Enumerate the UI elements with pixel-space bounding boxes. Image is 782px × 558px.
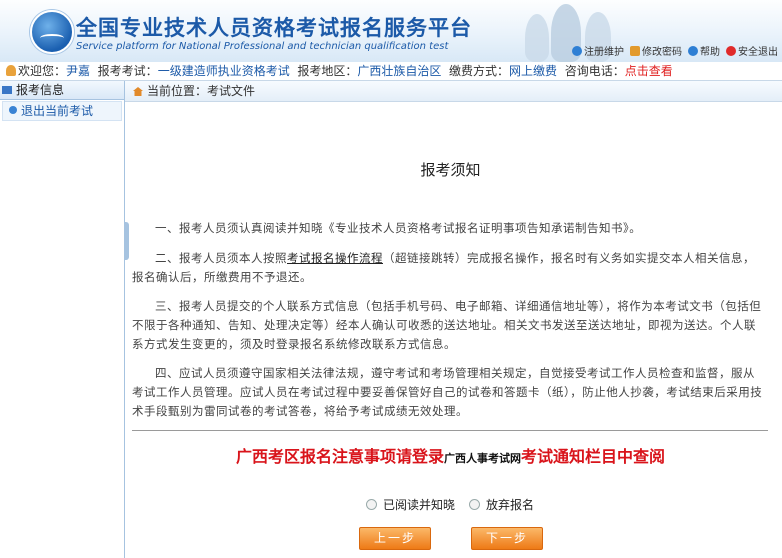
region-notice-text-b: 考试通知栏目中查阅 xyxy=(521,447,666,466)
user-name: 尹嘉 xyxy=(66,64,91,78)
region-value: 广西壮族自治区 xyxy=(357,64,442,78)
paragraph-2-text-a: 二、报考人员须本人按照 xyxy=(155,251,287,265)
pay-value: 网上缴费 xyxy=(509,64,558,78)
app-header: 全国专业技术人员资格考试报名服务平台 Service platform for … xyxy=(0,0,782,62)
radio-read-label: 已阅读并知晓 xyxy=(383,498,456,512)
breadcrumb-current: 考试文件 xyxy=(207,84,256,98)
user-settings-icon xyxy=(572,45,582,56)
notice-paragraph-4: 四、应试人员须遵守国家相关法律法规，遵守考试和考场管理相关规定，自觉接受考试工作… xyxy=(132,366,763,418)
radio-abandon-label: 放弃报名 xyxy=(486,498,535,512)
logout-label: 安全退出 xyxy=(738,47,778,58)
agreement-radio-group: 已阅读并知晓 放弃报名 xyxy=(366,496,534,513)
register-maintain-label: 注册维护 xyxy=(584,47,624,58)
logout-link[interactable]: 安全退出 xyxy=(726,43,778,58)
previous-step-button[interactable]: 上一步 xyxy=(359,527,431,550)
power-icon xyxy=(726,45,736,56)
radio-abandon-registration[interactable]: 放弃报名 xyxy=(469,496,534,513)
sidebar: 报考信息 退出当前考试 xyxy=(0,81,125,558)
sidebar-heading-label: 报考信息 xyxy=(16,83,65,97)
notice-paragraph-1: 一、报考人员须认真阅读并知晓《专业技术人员资格考试报名证明事项告知承诺制告知书》… xyxy=(155,221,642,235)
change-password-link[interactable]: 修改密码 xyxy=(630,43,682,58)
user-info-bar: 欢迎您：尹嘉 报考考试：一级建造师执业资格考试 报考地区：广西壮族自治区 缴费方… xyxy=(0,62,782,81)
menu-icon xyxy=(2,86,12,94)
help-icon xyxy=(688,45,698,56)
phone-link[interactable]: 点击查看 xyxy=(625,64,673,78)
register-maintain-link[interactable]: 注册维护 xyxy=(572,43,624,58)
change-password-label: 修改密码 xyxy=(642,47,682,58)
registration-process-link[interactable]: 考试报名操作流程 xyxy=(287,251,383,265)
phone-label: 咨询电话： xyxy=(564,64,625,78)
next-step-button[interactable]: 下一步 xyxy=(471,527,543,550)
sidebar-heading: 报考信息 xyxy=(0,81,124,100)
page-title: 报考须知 xyxy=(420,161,481,179)
user-icon xyxy=(6,65,16,76)
region-notice-text-a: 广西考区报名注意事项请登录 xyxy=(235,447,444,466)
pay-label: 缴费方式： xyxy=(449,64,510,78)
radio-read-and-understood[interactable]: 已阅读并知晓 xyxy=(366,496,455,513)
divider xyxy=(132,430,768,431)
app-title: 全国专业技术人员资格考试报名服务平台 xyxy=(76,16,472,40)
region-label: 报考地区： xyxy=(297,64,358,78)
sidebar-item-label: 退出当前考试 xyxy=(21,104,94,118)
notice-paragraph-3: 三、报考人员提交的个人联系方式信息（包括手机号码、电子邮箱、详细通信地址等），将… xyxy=(132,299,762,351)
home-icon xyxy=(133,87,143,96)
radio-circle[interactable] xyxy=(469,499,481,510)
help-link[interactable]: 帮助 xyxy=(688,43,720,58)
breadcrumb-label: 当前位置： xyxy=(147,84,208,98)
sidebar-item-exit-exam[interactable]: 退出当前考试 xyxy=(2,101,122,121)
bullet-icon xyxy=(9,106,17,114)
breadcrumb: 当前位置：考试文件 xyxy=(125,81,782,102)
welcome-label: 欢迎您： xyxy=(18,64,67,78)
guangxi-exam-site-link[interactable]: 广西人事考试网 xyxy=(444,452,521,465)
sidebar-collapse-handle[interactable] xyxy=(124,222,129,260)
header-links: 注册维护 修改密码 帮助 安全退出 xyxy=(572,43,778,58)
radio-circle[interactable] xyxy=(366,499,377,510)
logo-icon xyxy=(30,10,74,54)
help-label: 帮助 xyxy=(700,47,720,58)
lock-icon xyxy=(630,45,640,56)
exam-value: 一级建造师执业资格考试 xyxy=(157,64,290,78)
notice-paragraph-2: 二、报考人员须本人按照考试报名操作流程（超链接跳转）完成报名操作，报名时有义务如… xyxy=(132,249,764,287)
app-subtitle: Service platform for National Profession… xyxy=(76,41,449,52)
region-notice: 广西考区报名注意事项请登录广西人事考试网考试通知栏目中查阅 xyxy=(125,443,776,467)
exam-label: 报考考试： xyxy=(97,64,158,78)
